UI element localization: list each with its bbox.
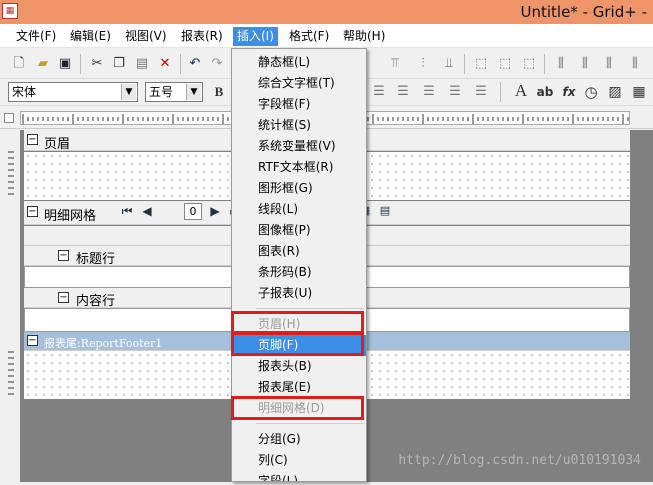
collapse-icon[interactable]: − [27, 335, 38, 346]
chevron-down-icon[interactable]: ▼ [121, 84, 136, 100]
formula-icon[interactable]: fx [560, 83, 578, 101]
toolbar-separator [180, 54, 181, 74]
page-number-input[interactable]: 0 [184, 203, 202, 220]
menu-item-group[interactable]: 分组(G) [232, 429, 366, 450]
font-size-value: 五号 [149, 85, 174, 99]
annotation-box-page-header [231, 311, 364, 334]
font-name-value: 宋体 [12, 85, 37, 99]
align-center-icon[interactable]: ☰ [394, 83, 412, 101]
menu-report[interactable]: 报表(R) [177, 27, 227, 46]
menu-item-field-box[interactable]: 字段框(F) [232, 94, 366, 115]
menu-bar: 文件(F) 编辑(E) 视图(V) 报表(R) 插入(I) 格式(F) 帮助(H… [0, 24, 653, 48]
save-icon[interactable]: ▣ [56, 55, 74, 73]
new-file-icon[interactable]: 🗋 [10, 55, 28, 73]
menu-view[interactable]: 视图(V) [121, 27, 171, 46]
menu-item-composite-text-box[interactable]: 综合文字框(T) [232, 73, 366, 94]
vertical-ruler [0, 130, 20, 482]
detail-grid-label: 明细网格 [44, 209, 97, 224]
menu-item-summary-box[interactable]: 统计框(S) [232, 115, 366, 136]
redo-icon[interactable]: ↷ [208, 55, 226, 73]
menu-item-column[interactable]: 列(C) [232, 450, 366, 471]
page-header-label: 页眉 [44, 137, 71, 152]
report-footer-label: 报表尾:ReportFooter1 [44, 337, 163, 350]
toolbar-separator [544, 54, 545, 74]
menu-format[interactable]: 格式(F) [285, 27, 333, 46]
menu-separator [256, 423, 364, 424]
space-vertical-icon[interactable]: ⫼ [600, 55, 618, 73]
toolbar-separator [500, 82, 501, 102]
menu-item-static-box[interactable]: 静态框(L) [232, 52, 366, 73]
undo-icon[interactable]: ↶ [186, 55, 204, 73]
system-var-icon[interactable]: ◷ [582, 83, 600, 101]
align-top-icon[interactable]: ⫪ [386, 55, 404, 73]
prev-page-icon[interactable]: ◀ [140, 204, 154, 218]
chevron-down-icon[interactable]: ▼ [186, 84, 201, 100]
menu-item-chart[interactable]: 图表(R) [232, 241, 366, 262]
font-size-select[interactable]: 五号 ▼ [145, 82, 203, 102]
composite-text-icon[interactable]: ab [536, 83, 554, 101]
align-right-icon[interactable]: ☰ [420, 83, 438, 101]
static-text-icon[interactable]: A [512, 82, 530, 100]
menu-file[interactable]: 文件(F) [12, 27, 60, 46]
menu-item-report-header[interactable]: 报表头(B) [232, 356, 366, 377]
same-size-icon[interactable]: ⬚ [520, 55, 538, 73]
menu-insert[interactable]: 插入(I) [233, 27, 278, 46]
annotation-box-page-footer [231, 332, 364, 356]
menu-help[interactable]: 帮助(H) [339, 27, 389, 46]
menu-item-barcode[interactable]: 条形码(B) [232, 262, 366, 283]
image-box-icon[interactable]: ▨ [606, 83, 624, 101]
next-page-icon[interactable]: ▶ [208, 204, 222, 218]
valign-bottom-icon[interactable]: ☰ [472, 83, 490, 101]
space-horizontal-icon[interactable]: ⫼ [552, 55, 570, 73]
first-page-icon[interactable]: ⏮ [120, 204, 134, 218]
menu-item-report-footer[interactable]: 报表尾(E) [232, 377, 366, 398]
menu-item-system-var-box[interactable]: 系统变量框(V) [232, 136, 366, 157]
paste-icon[interactable]: ▤ [133, 55, 151, 73]
align-middle-icon[interactable]: ⫶ [414, 55, 432, 73]
space-equal-icon[interactable]: ⫼ [576, 55, 594, 73]
valign-top-icon[interactable]: ☰ [446, 83, 464, 101]
font-name-select[interactable]: 宋体 ▼ [8, 82, 138, 102]
collapse-icon[interactable]: − [58, 250, 69, 261]
content-row-label: 内容行 [76, 294, 116, 309]
menu-item-subreport[interactable]: 子报表(U) [232, 283, 366, 304]
menu-item-rtf-text-box[interactable]: RTF文本框(R) [232, 157, 366, 178]
title-bar: ▦ Untitle* - Grid+ - [0, 0, 653, 24]
collapse-icon[interactable]: − [27, 206, 38, 217]
space-more-icon[interactable]: ⫼ [626, 55, 644, 73]
ruler-corner [4, 113, 14, 123]
cut-icon[interactable]: ✂ [88, 55, 106, 73]
annotation-box-detail-grid [231, 396, 364, 420]
menu-item-image-box[interactable]: 图像框(P) [232, 220, 366, 241]
watermark-text: http://blog.csdn.net/u010191034 [398, 453, 641, 468]
menu-separator [256, 308, 364, 309]
vertical-ruler-ticks [8, 151, 14, 395]
menu-item-shape-box[interactable]: 图形框(G) [232, 178, 366, 199]
menu-edit[interactable]: 编辑(E) [66, 27, 115, 46]
delete-icon[interactable]: ✕ [156, 55, 174, 73]
grid-columns-icon[interactable]: ▤ [378, 204, 392, 218]
toolbar-separator [464, 54, 465, 74]
menu-item-field[interactable]: 字段(L) [232, 471, 366, 481]
align-bottom-icon[interactable]: ⫫ [440, 55, 458, 73]
copy-icon[interactable]: ❐ [110, 55, 128, 73]
window-title: Untitle* - Grid+ - [520, 3, 648, 21]
open-folder-icon[interactable]: ▰ [34, 55, 52, 73]
collapse-icon[interactable]: − [27, 134, 38, 145]
same-height-icon[interactable]: ⬚ [496, 55, 514, 73]
chart-icon[interactable]: ▦ [630, 83, 648, 101]
bold-button[interactable]: B [210, 83, 228, 101]
title-row-label: 标题行 [76, 252, 116, 267]
toolbar-separator [80, 54, 81, 74]
same-width-icon[interactable]: ⬚ [472, 55, 490, 73]
align-left-icon[interactable]: ☰ [370, 83, 388, 101]
menu-item-line[interactable]: 线段(L) [232, 199, 366, 220]
app-icon[interactable]: ▦ [2, 3, 18, 19]
collapse-icon[interactable]: − [58, 292, 69, 303]
